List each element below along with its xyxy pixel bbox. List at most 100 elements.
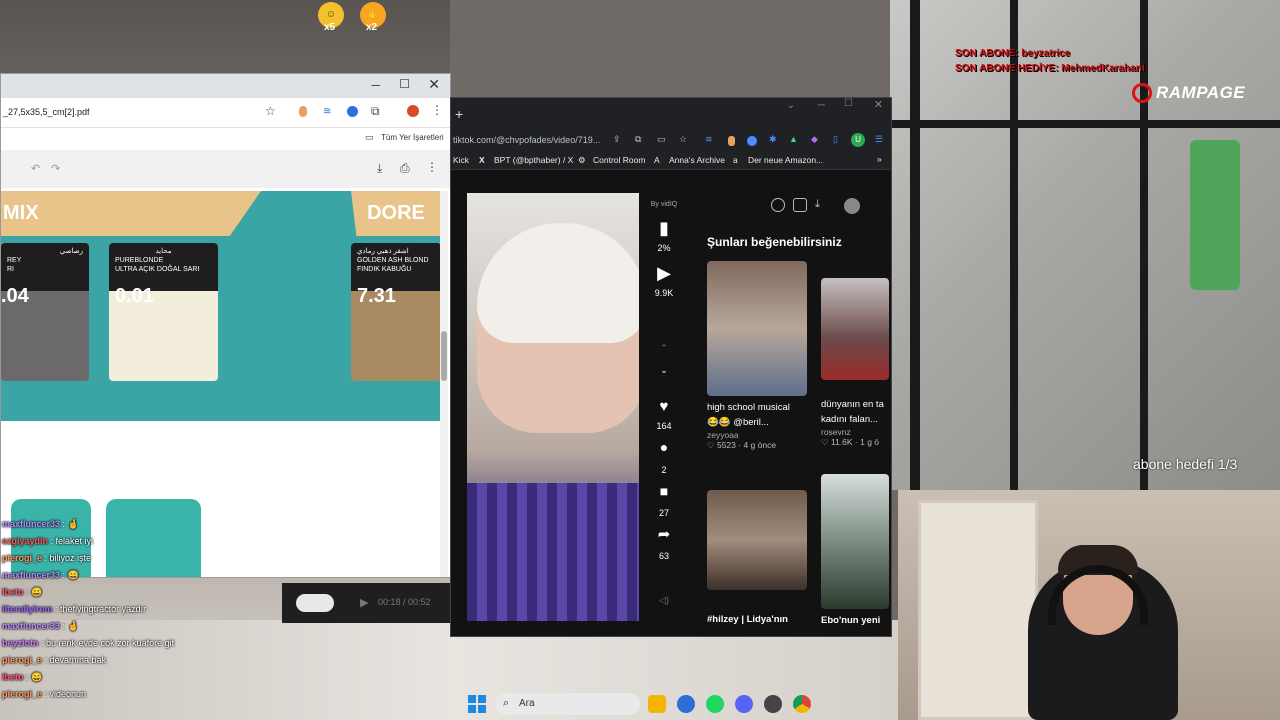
chat-text: felaket iyi [55,536,94,546]
share-icon[interactable]: ⇪ [613,134,621,145]
bookmark-star-icon[interactable]: ☆ [679,134,687,145]
recommended-video-card[interactable]: high school musical 😂😂 @beril... zeyyoaa… [707,261,807,466]
extension-icon[interactable] [747,136,757,146]
chat-message: ezgiyaydin : felaket iyi [2,536,94,546]
print-icon[interactable]: ⎙ [400,161,410,176]
chat-username[interactable]: maxfluncer33 [2,621,60,631]
link-icon[interactable] [771,198,785,212]
chat-text: 🤞 [67,621,79,631]
extension-icon[interactable] [299,106,307,117]
control-room-icon: ⚙ [578,155,586,165]
audio-extension-icon[interactable]: ≋ [323,106,331,117]
last-gift-sub-text: SON ABONE HEDİYE: MehmedKarahani [955,63,1145,74]
tiktok-address-bar[interactable]: tiktok.com/@chvpofades/video/719... ⇪ ⧉ … [451,132,891,150]
pdf-address-bar[interactable]: _27,5x35,5_cm[2].pdf ☆ ≋ ⧉ ⋮ [1,98,450,128]
maximize-icon[interactable]: ☐ [399,77,410,91]
settings-icon[interactable] [764,695,782,713]
bookmark-control-room[interactable]: Control Room [593,155,645,165]
audio-extension-icon[interactable]: ≋ [705,134,713,145]
translate-icon[interactable]: ⧉ [635,134,641,145]
chat-username[interactable]: maxfluncer33 [2,519,60,529]
recommended-video-card[interactable]: #hilzey | Lidya'nın [707,490,807,630]
extension-icon[interactable] [728,136,735,146]
browser-icon[interactable] [677,695,695,713]
extension-icon[interactable] [347,106,358,117]
chat-username[interactable]: ezgiyaydin [2,536,48,546]
bookmark-icon[interactable]: ■ [639,483,689,499]
chat-username[interactable]: maxfluncer33 [2,570,60,580]
download-icon[interactable]: ⤓ [815,198,820,211]
spotify-icon[interactable] [706,695,724,713]
maximize-icon[interactable]: ☐ [844,98,853,109]
all-bookmarks-link[interactable]: Tüm Yer İşaretleri [381,133,444,142]
chevron-up-icon[interactable]: ⌃ [639,343,689,354]
chat-text: theflyingtractor yazdır [60,604,147,614]
phone-icon[interactable] [793,198,807,212]
chat-username[interactable]: pierogi_e [2,655,42,665]
chevron-down-icon[interactable]: ⌄ [787,100,795,111]
minimize-icon[interactable]: ─ [371,78,380,92]
volume-icon[interactable]: ◁) [639,595,689,606]
share-icon[interactable]: ➦ [639,525,689,543]
chrome-icon[interactable] [793,695,811,713]
chat-username[interactable]: literallyirem [2,604,53,614]
chat-text: 🤞 [67,519,79,529]
pdf-scrollbar[interactable] [440,191,448,577]
comment-icon[interactable]: ● [639,439,689,455]
profile-avatar[interactable]: U [851,133,865,147]
user-avatar[interactable] [844,198,860,214]
rampage-logo-icon [1132,83,1152,103]
menu-icon[interactable]: ⋮ [431,103,443,117]
card-user: zeyyoaa [707,430,739,440]
new-tab-icon[interactable]: + [455,106,463,122]
play-icon[interactable]: ▶ [360,596,368,609]
download-icon[interactable]: ⤓ [377,161,382,176]
bookmark-amazon[interactable]: Der neue Amazon... [748,155,823,165]
close-icon[interactable]: ✕ [428,76,440,93]
bookmark-kick[interactable]: Kick [453,155,469,165]
swatch-subname: FINDIK KABUĞU [357,266,412,273]
chat-username[interactable]: pierogi_e [2,689,42,699]
chevron-down-icon[interactable]: ⌄ [639,365,689,376]
chat-message: maxfluncer33 : 🤞 [2,519,79,529]
file-explorer-icon[interactable] [648,695,666,713]
tiktok-video-player[interactable] [467,193,639,621]
menu-icon[interactable]: ☰ [875,134,883,145]
search-placeholder: Ara [519,698,535,709]
heart-icon[interactable]: ♥ [639,398,689,415]
taskbar-search[interactable]: ⌕ Ara [495,693,640,715]
puzzle-icon[interactable]: ✱ [769,134,777,145]
bookmark-annas-archive[interactable]: Anna's Archive [669,155,725,165]
stats-icon[interactable]: ▮ [639,218,689,239]
cast-icon[interactable]: ▭ [657,134,666,145]
close-icon[interactable]: ✕ [874,98,883,111]
extension-icon[interactable]: ◆ [811,134,818,145]
swatch-name: GOLDEN ASH BLOND [357,257,429,264]
profile-avatar[interactable] [407,105,419,117]
pdf-browser-window: ─ ☐ ✕ _27,5x35,5_cm[2].pdf ☆ ≋ ⧉ ⋮ ▭ Tüm… [0,73,451,578]
puzzle-icon[interactable]: ⧉ [371,104,380,119]
chat-username[interactable]: lbeto [2,587,24,597]
chat-username[interactable]: pierogi_e [2,553,42,563]
toggle-icon[interactable] [296,594,334,612]
undo-icon[interactable]: ↶ [31,162,40,175]
bookmark-bpt[interactable]: BPT (@bpthaber) / X [494,155,573,165]
extension-icon[interactable]: ▲ [789,134,798,144]
discord-icon[interactable] [735,695,753,713]
likes-count: 164 [656,421,672,431]
sidebar-icon[interactable]: ▯ [833,134,838,145]
star-icon[interactable]: ☆ [265,104,276,118]
chat-message: pierogi_e : devamına bak [2,655,107,665]
chat-username[interactable]: beyzlotn [2,638,39,648]
recommended-video-card[interactable]: dünyanın en ta kadını falan... rosevnz ♡… [821,278,891,466]
redo-icon[interactable]: ↷ [51,162,60,175]
chat-text: biliyoz işte [49,553,92,563]
minimize-icon[interactable]: ─ [818,100,825,111]
recommended-video-card[interactable]: Ebo'nun yeni [821,474,891,630]
chat-username[interactable]: lbeto [2,672,24,682]
more-icon[interactable]: ⋮ [426,160,438,174]
stat-percent: 2% [657,243,671,253]
folder-icon: ▭ [365,132,374,142]
windows-start-icon[interactable] [468,695,486,713]
more-bookmarks-icon[interactable]: » [877,154,882,164]
